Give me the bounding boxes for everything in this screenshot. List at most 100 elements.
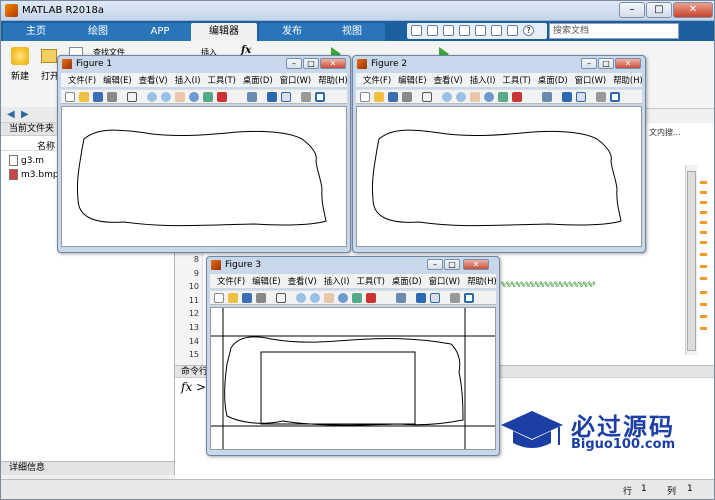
new-figure-icon[interactable]	[214, 293, 224, 303]
figure-1-window[interactable]: Figure 1 – □ ✕ 文件(F) 编辑(E) 查看(V) 插入(I) 工具(T)…	[57, 55, 351, 253]
colorbar-icon[interactable]	[267, 92, 277, 102]
warning-marker[interactable]	[700, 277, 707, 280]
back-arrow-icon[interactable]: ◀	[7, 109, 15, 120]
menu-edit[interactable]: 编辑(E)	[398, 75, 427, 85]
figure-canvas[interactable]	[210, 307, 496, 450]
save-figure-icon[interactable]	[93, 92, 103, 102]
open-file-icon[interactable]	[79, 92, 89, 102]
hide-tools-icon[interactable]	[450, 293, 460, 303]
menu-view[interactable]: 查看(V)	[434, 75, 463, 85]
show-tools-icon[interactable]	[315, 92, 325, 102]
menu-view[interactable]: 查看(V)	[139, 75, 168, 85]
data-cursor-icon[interactable]	[352, 293, 362, 303]
new-button-label[interactable]: 新建	[11, 69, 29, 82]
copy-icon[interactable]	[443, 25, 454, 36]
figure-maximize-button[interactable]: □	[598, 58, 614, 69]
warning-marker[interactable]	[700, 181, 707, 184]
warning-marker[interactable]	[700, 221, 707, 224]
print-icon[interactable]	[107, 92, 117, 102]
cut-icon[interactable]	[427, 25, 438, 36]
menu-insert[interactable]: 插入(I)	[470, 75, 496, 85]
warning-marker[interactable]	[700, 291, 707, 294]
menu-help[interactable]: 帮助(H)	[613, 75, 642, 85]
figure-close-button[interactable]: ✕	[463, 259, 489, 270]
rotate-icon[interactable]	[189, 92, 199, 102]
menu-tools[interactable]: 工具(T)	[502, 75, 530, 85]
figure-3-window[interactable]: Figure 3 – □ ✕ 文件(F) 编辑(E) 查看(V) 插入(I) 工具(T)…	[206, 256, 500, 456]
minimize-button[interactable]: –	[619, 2, 645, 18]
menu-window[interactable]: 窗口(W)	[575, 75, 607, 85]
menu-insert[interactable]: 插入(I)	[324, 276, 350, 286]
menu-file[interactable]: 文件(F)	[217, 276, 245, 286]
colorbar-icon[interactable]	[416, 293, 426, 303]
menu-file[interactable]: 文件(F)	[68, 75, 96, 85]
menu-window[interactable]: 窗口(W)	[429, 276, 461, 286]
file-item[interactable]: m3.bmp	[21, 170, 59, 180]
new-icon[interactable]	[11, 47, 29, 65]
menu-desktop[interactable]: 桌面(D)	[243, 75, 273, 85]
save-figure-icon[interactable]	[388, 92, 398, 102]
open-folder-icon[interactable]	[41, 49, 57, 63]
brush-icon[interactable]	[512, 92, 522, 102]
print-icon[interactable]	[256, 293, 266, 303]
undo-icon[interactable]	[475, 25, 486, 36]
pointer-icon[interactable]	[276, 293, 286, 303]
print-icon[interactable]	[402, 92, 412, 102]
zoom-in-icon[interactable]	[296, 293, 306, 303]
open-file-icon[interactable]	[374, 92, 384, 102]
paste-icon[interactable]	[459, 25, 470, 36]
forward-arrow-icon[interactable]: ▶	[21, 109, 29, 120]
brush-icon[interactable]	[366, 293, 376, 303]
rotate-icon[interactable]	[338, 293, 348, 303]
editor-scrollbar[interactable]	[685, 165, 697, 355]
data-cursor-icon[interactable]	[498, 92, 508, 102]
zoom-out-icon[interactable]	[310, 293, 320, 303]
figure-canvas[interactable]	[61, 106, 347, 247]
zoom-out-icon[interactable]	[161, 92, 171, 102]
show-tools-icon[interactable]	[610, 92, 620, 102]
zoom-in-icon[interactable]	[442, 92, 452, 102]
menu-view[interactable]: 查看(V)	[288, 276, 317, 286]
figure-close-button[interactable]: ✕	[615, 58, 641, 69]
menu-file[interactable]: 文件(F)	[363, 75, 391, 85]
figure-minimize-button[interactable]: –	[427, 259, 443, 270]
figure-canvas[interactable]	[356, 106, 642, 247]
menu-edit[interactable]: 编辑(E)	[103, 75, 132, 85]
warning-marker[interactable]	[700, 211, 707, 214]
switch-windows-icon[interactable]	[507, 25, 518, 36]
maximize-button[interactable]: □	[646, 2, 672, 18]
warning-marker[interactable]	[700, 327, 707, 330]
zoom-out-icon[interactable]	[456, 92, 466, 102]
menu-desktop[interactable]: 桌面(D)	[392, 276, 422, 286]
warning-marker[interactable]	[700, 315, 707, 318]
figure-close-button[interactable]: ✕	[320, 58, 346, 69]
pan-icon[interactable]	[324, 293, 334, 303]
open-file-icon[interactable]	[228, 293, 238, 303]
help-icon[interactable]: ?	[523, 25, 534, 36]
data-cursor-icon[interactable]	[203, 92, 213, 102]
search-documentation-input[interactable]: 搜索文档	[549, 23, 679, 39]
menu-tools[interactable]: 工具(T)	[356, 276, 384, 286]
pan-icon[interactable]	[175, 92, 185, 102]
zoom-in-icon[interactable]	[147, 92, 157, 102]
pointer-icon[interactable]	[422, 92, 432, 102]
figure-maximize-button[interactable]: □	[444, 259, 460, 270]
warning-marker[interactable]	[700, 265, 707, 268]
menu-help[interactable]: 帮助(H)	[467, 276, 496, 286]
legend-icon[interactable]	[281, 92, 291, 102]
menu-desktop[interactable]: 桌面(D)	[538, 75, 568, 85]
figure-minimize-button[interactable]: –	[286, 58, 302, 69]
legend-icon[interactable]	[430, 293, 440, 303]
tab-plots[interactable]: 绘图	[65, 23, 131, 41]
warning-marker[interactable]	[700, 303, 707, 306]
hide-tools-icon[interactable]	[596, 92, 606, 102]
tab-view[interactable]: 视图	[319, 23, 385, 41]
show-tools-icon[interactable]	[464, 293, 474, 303]
legend-icon[interactable]	[576, 92, 586, 102]
new-figure-icon[interactable]	[65, 92, 75, 102]
link-plot-icon[interactable]	[396, 293, 406, 303]
scrollbar-thumb[interactable]	[687, 171, 696, 351]
warning-marker[interactable]	[700, 191, 707, 194]
pan-icon[interactable]	[470, 92, 480, 102]
colorbar-icon[interactable]	[562, 92, 572, 102]
